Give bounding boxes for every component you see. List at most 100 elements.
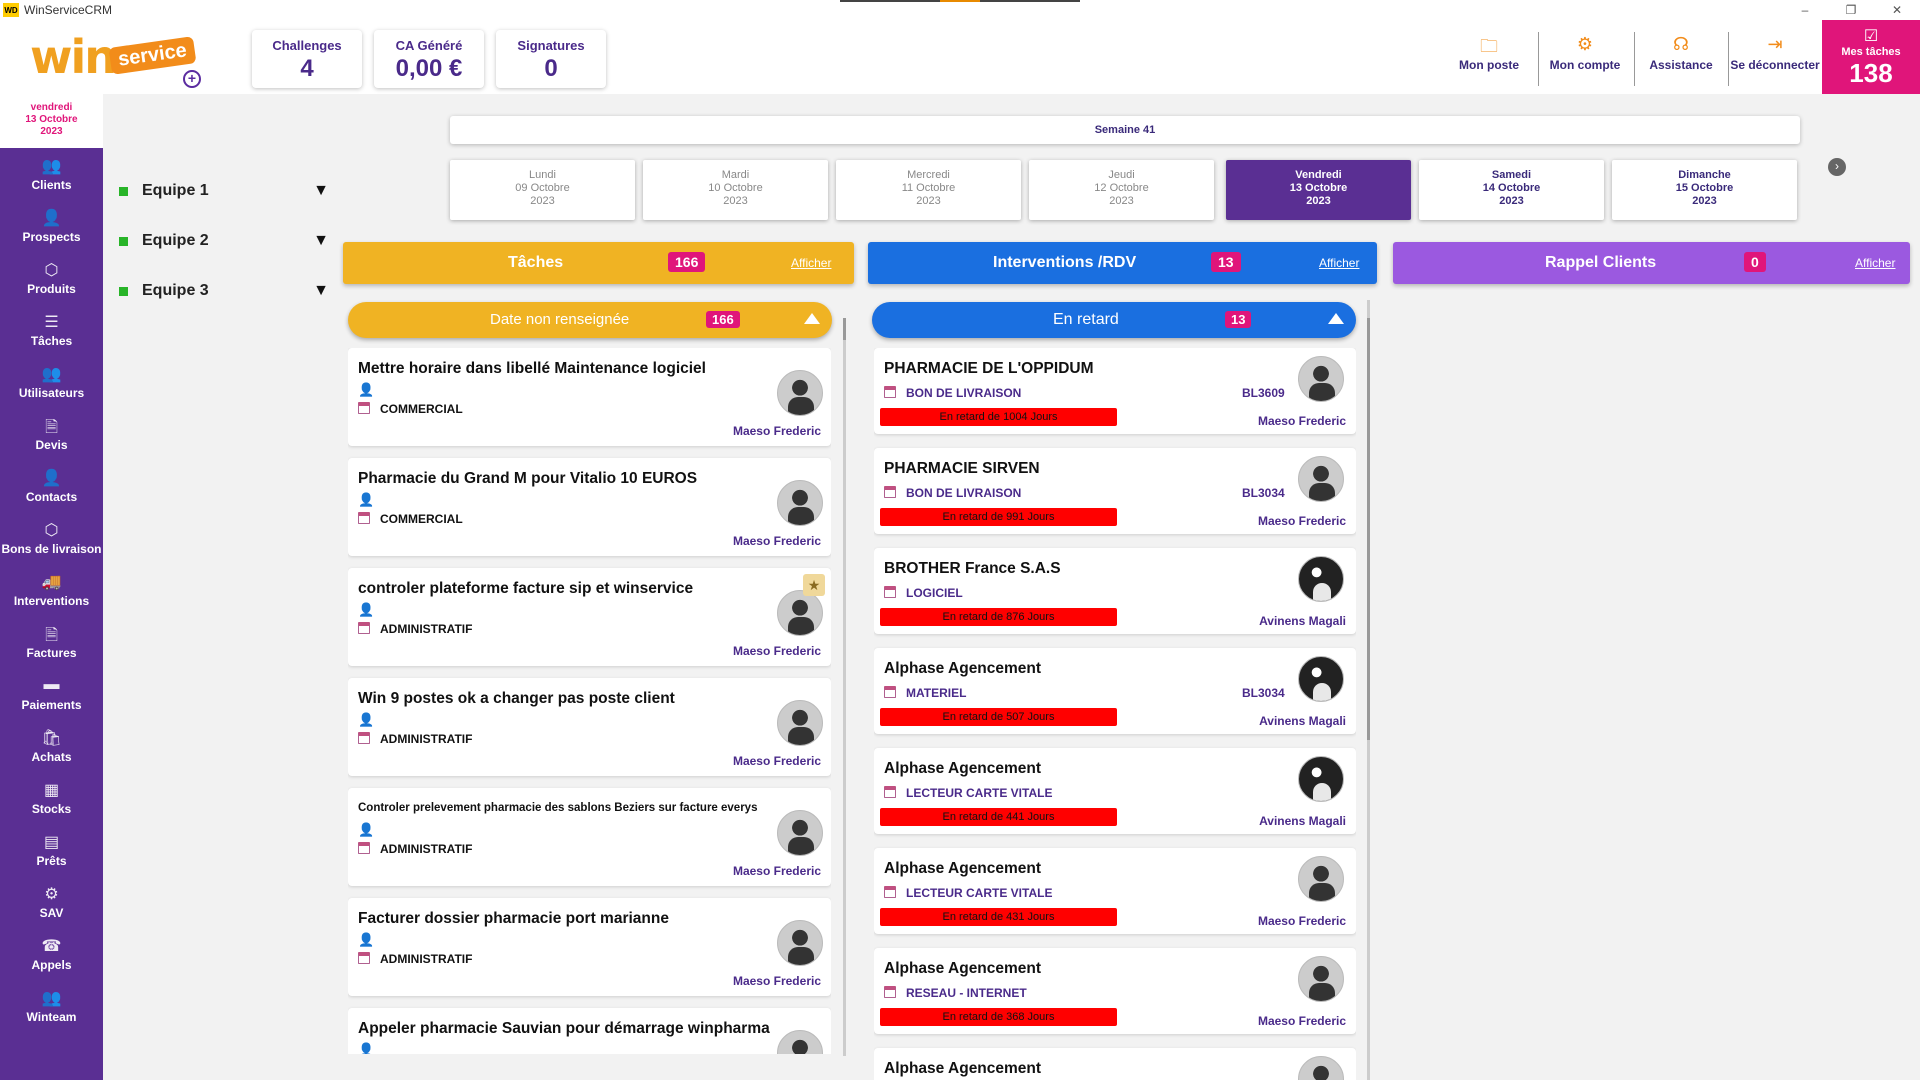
team-equipe-2[interactable]: Equipe 2 ▼	[119, 226, 329, 256]
avatar	[777, 370, 823, 416]
team-equipe-3[interactable]: Equipe 3 ▼	[119, 276, 329, 306]
day-year: 2023	[530, 195, 555, 207]
interventions-list[interactable]: PHARMACIE DE L'OPPIDUM BON DE LIVRAISON BL…	[874, 348, 1356, 1080]
task-category: ADMINISTRATIF	[380, 622, 473, 636]
column-title: Rappel Clients	[1545, 254, 1657, 271]
task-card[interactable]: Appeler pharmacie Sauvian pour démarrage…	[348, 1008, 831, 1054]
intervention-card[interactable]: Alphase Agencement MATERIEL BL3034 En retar…	[874, 648, 1356, 734]
expand-arrow-icon[interactable]: ▼	[313, 282, 329, 300]
day-date: 09 Octobre	[515, 182, 570, 194]
sidebar-item-prospects[interactable]: 👤 Prospects	[0, 200, 103, 252]
day-name: Samedi	[1491, 169, 1532, 181]
kpi-label: Challenges	[272, 38, 342, 53]
minimize-icon[interactable]: –	[1782, 0, 1828, 20]
kpi-ca-genere[interactable]: CA Généré 0,00 €	[374, 30, 484, 88]
sidebar-item-clients[interactable]: 👥 Clients	[0, 148, 103, 200]
sidebar-item-contacts[interactable]: 👤 Contacts	[0, 460, 103, 512]
collapse-triangle-icon[interactable]	[1328, 313, 1344, 324]
day-mardi[interactable]: Mardi 10 Octobre 2023	[643, 160, 828, 220]
task-category: COMMERCIAL	[380, 402, 463, 416]
nav-mon-compte[interactable]: ⚙ Mon compte	[1540, 34, 1630, 72]
intervention-card[interactable]: PHARMACIE DE L'OPPIDUM BON DE LIVRAISON BL…	[874, 348, 1356, 434]
restore-icon[interactable]: ❐	[1828, 0, 1874, 20]
sidebar-item-appels[interactable]: ☎ Appels	[0, 928, 103, 980]
sidebar-item-utilisateurs[interactable]: 👥 Utilisateurs	[0, 356, 103, 408]
count-badge: 13	[1211, 252, 1241, 272]
afficher-link[interactable]: Afficher	[791, 256, 831, 270]
logo-badge: service	[108, 36, 197, 75]
sidebar-item-achats[interactable]: 🛍 Achats	[0, 720, 103, 772]
sidebar-item-label: Produits	[27, 282, 76, 296]
task-card[interactable]: Pharmacie du Grand M pour Vitalio 10 EUR…	[348, 458, 831, 556]
task-card[interactable]: controler plateforme facture sip et wins…	[348, 568, 831, 666]
sidebar-icon: ▬	[43, 676, 60, 693]
day-date: 11 Octobre	[901, 182, 956, 194]
star-icon[interactable]: ★	[803, 574, 825, 596]
sidebar-item-stocks[interactable]: ▦ Stocks	[0, 772, 103, 824]
intervention-card[interactable]: Alphase Agencement RESEAU - INTERNET En re…	[874, 948, 1356, 1034]
day-date: 14 Octobre	[1482, 182, 1541, 194]
group-en-retard[interactable]: En retard 13	[872, 302, 1356, 338]
close-icon[interactable]: ✕	[1874, 0, 1920, 20]
day-jeudi[interactable]: Jeudi 12 Octobre 2023	[1029, 160, 1214, 220]
kpi-challenges[interactable]: Challenges 4	[252, 30, 362, 88]
sidebar-icon: ⬡	[44, 262, 59, 279]
tasks-list[interactable]: Mettre horaire dans libellé Maintenance …	[348, 348, 831, 1054]
nav-mon-poste[interactable]: 🗀 Mon poste	[1444, 34, 1534, 72]
collapse-triangle-icon[interactable]	[804, 313, 820, 324]
my-tasks-button[interactable]: ☑ Mes tâches 138	[1822, 20, 1920, 94]
intervention-category: LOGICIEL	[906, 586, 963, 600]
sidebar-item-t-ches[interactable]: ☰ Tâches	[0, 304, 103, 356]
afficher-link[interactable]: Afficher	[1855, 256, 1895, 270]
tasks-scroll-thumb[interactable]	[843, 318, 846, 340]
calendar-icon	[358, 732, 370, 744]
sidebar-item-bons-de-livraison[interactable]: ⬡ Bons de livraison	[0, 512, 103, 564]
sidebar-item-paiements[interactable]: ▬ Paiements	[0, 668, 103, 720]
sidebar-item-factures[interactable]: 🗎 Factures	[0, 616, 103, 668]
day-samedi[interactable]: Samedi 14 Octobre 2023	[1419, 160, 1604, 220]
group-date-non-renseignee[interactable]: Date non renseignée 166	[348, 302, 832, 338]
intervention-card[interactable]: PHARMACIE SIRVEN BON DE LIVRAISON BL3034 En…	[874, 448, 1356, 534]
late-badge: En retard de 507 Jours	[880, 708, 1117, 726]
sidebar-item-interventions[interactable]: 🚚 Interventions	[0, 564, 103, 616]
nav-label: Se déconnecter	[1730, 58, 1820, 72]
day-name: Vendredi	[1295, 169, 1342, 181]
task-owner: Maeso Frederic	[732, 864, 821, 878]
intervention-owner: Avinens Magali	[1259, 614, 1346, 628]
intervention-card[interactable]: Alphase Agencement LECTEUR CARTE VITALE En…	[874, 748, 1356, 834]
nav-assistance[interactable]: ☊ Assistance	[1636, 34, 1726, 72]
day-vendredi[interactable]: Vendredi 13 Octobre 2023	[1226, 160, 1411, 220]
day-mercredi[interactable]: Mercredi 11 Octobre 2023	[836, 160, 1021, 220]
person-icon: 👤	[358, 712, 375, 727]
intervention-card[interactable]: Alphase Agencement	[874, 1048, 1356, 1080]
interventions-scroll-thumb[interactable]	[1367, 318, 1370, 740]
expand-arrow-icon[interactable]: ▼	[313, 182, 329, 200]
task-card[interactable]: Mettre horaire dans libellé Maintenance …	[348, 348, 831, 446]
avatar	[777, 700, 823, 746]
expand-arrow-icon[interactable]: ▼	[313, 232, 329, 250]
intervention-category: BON DE LIVRAISON	[906, 386, 1022, 400]
day-dimanche[interactable]: Dimanche 15 Octobre 2023	[1612, 160, 1797, 220]
sidebar-item-produits[interactable]: ⬡ Produits	[0, 252, 103, 304]
person-icon: 👤	[358, 382, 375, 397]
afficher-link[interactable]: Afficher	[1319, 256, 1359, 270]
calendar-icon	[358, 952, 370, 964]
sidebar-item-devis[interactable]: 🗎 Devis	[0, 408, 103, 460]
task-card[interactable]: Facturer dossier pharmacie port marianne…	[348, 898, 831, 996]
intervention-card[interactable]: BROTHER France S.A.S LOGICIEL En retard de…	[874, 548, 1356, 634]
task-owner: Maeso Frederic	[732, 754, 821, 768]
tasks-scrollbar[interactable]	[843, 318, 846, 1056]
next-week-icon[interactable]: ›	[1828, 158, 1846, 176]
task-card[interactable]: Win 9 postes ok a changer pas poste clie…	[348, 678, 831, 776]
kpi-signatures[interactable]: Signatures 0	[496, 30, 606, 88]
sidebar-item-pr-ts[interactable]: ▤ Prêts	[0, 824, 103, 876]
intervention-card[interactable]: Alphase Agencement LECTEUR CARTE VITALE En…	[874, 848, 1356, 934]
sidebar-item-sav[interactable]: ⚙ SAV	[0, 876, 103, 928]
nav-se-deconnecter[interactable]: ⇥ Se déconnecter	[1729, 34, 1821, 72]
team-equipe-1[interactable]: Equipe 1 ▼	[119, 176, 329, 206]
task-card[interactable]: Controler prelevement pharmacie des sabl…	[348, 788, 831, 886]
day-lundi[interactable]: Lundi 09 Octobre 2023	[450, 160, 635, 220]
logo[interactable]: win service +	[30, 28, 210, 88]
avatar	[1298, 456, 1344, 502]
sidebar-item-winteam[interactable]: 👥 Winteam	[0, 980, 103, 1032]
